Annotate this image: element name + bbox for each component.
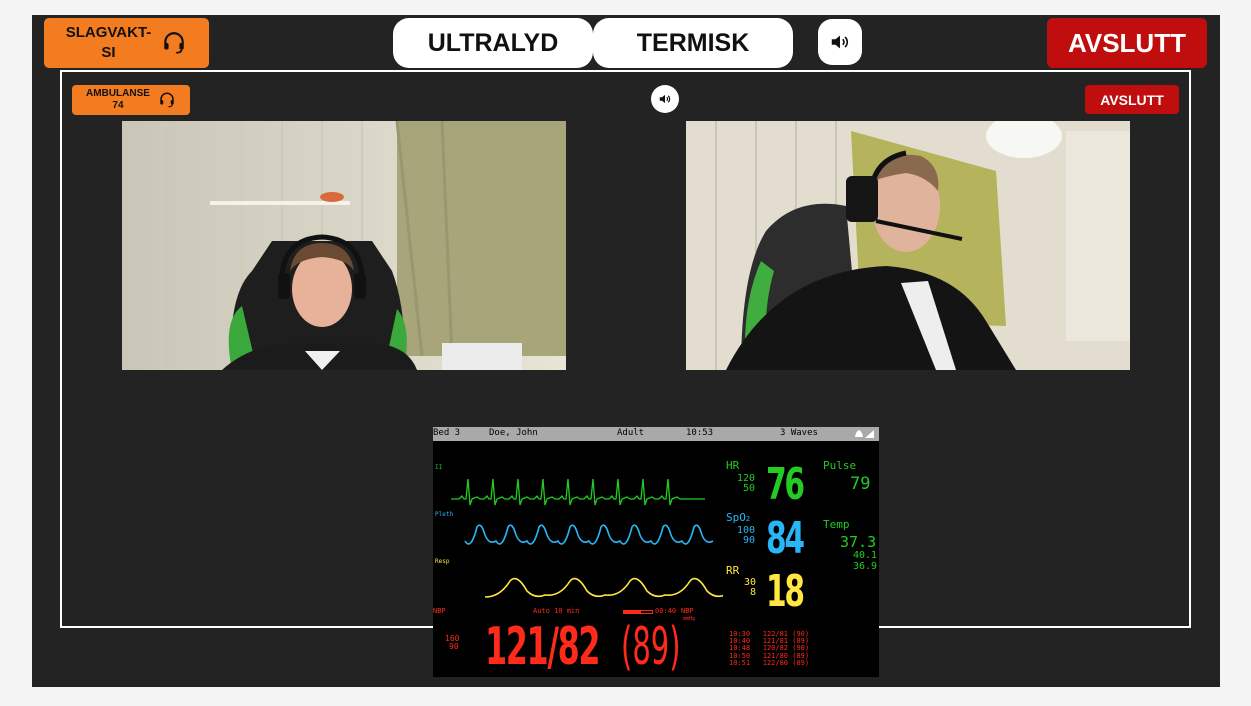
call-end-button[interactable]: AVSLUTT — [1085, 85, 1179, 114]
nbp-low-limit: 90 — [449, 642, 459, 651]
rr-value: 18 — [766, 566, 805, 617]
video-feed-remote — [686, 121, 1130, 370]
nbp-auto: Auto 10 min — [533, 607, 580, 615]
call-speaker-button[interactable] — [651, 85, 679, 113]
nbp-value: 121/82 — [485, 617, 600, 677]
nbp-last-label: NBP — [681, 607, 694, 615]
temp-value-3: 36.9 — [853, 561, 878, 572]
history-time: 10:51 — [729, 658, 751, 667]
hr-low-limit: 50 — [743, 483, 756, 494]
nbp-last-time: 00:40 — [655, 607, 677, 615]
rr-low-limit: 8 — [750, 587, 757, 598]
operator-button[interactable]: SLAGVAKT- SI — [44, 18, 209, 68]
hr-value: 76 — [766, 459, 805, 510]
speaker-icon — [829, 31, 851, 53]
patient-monitor: Bed 3 Doe, John Adult 10:53 3 Waves II P… — [433, 427, 879, 677]
end-session-label: AVSLUTT — [1068, 27, 1186, 58]
temp-value-2: 40.1 — [853, 550, 878, 561]
spo2-label-text: SpO — [726, 511, 746, 524]
temp-value: 37.3 — [840, 533, 877, 551]
nbp-mean: (89) — [621, 617, 681, 677]
monitor-mode: Adult — [617, 428, 645, 438]
waveforms — [451, 478, 723, 598]
call-frame: AMBULANSE 74 AVSLUTT Bed 3 Doe, John Adu… — [60, 70, 1191, 677]
pulse-label: Pulse — [823, 459, 857, 472]
bell-icon — [853, 428, 875, 442]
end-session-button[interactable]: AVSLUTT — [1047, 18, 1207, 68]
tab-termisk[interactable]: TERMISK — [593, 18, 793, 68]
spo2-low-limit: 90 — [743, 535, 756, 546]
nbp-label: NBP — [433, 607, 446, 615]
monitor-patient: Doe, John — [489, 428, 538, 438]
rr-label: RR — [726, 564, 740, 577]
spo2-value: 84 — [766, 513, 805, 564]
temp-label: Temp — [823, 518, 850, 531]
tab-ultralyd-label: ULTRALYD — [427, 28, 559, 57]
tab-ultralyd[interactable]: ULTRALYD — [393, 18, 593, 68]
nbp-unit: mmHg — [683, 616, 696, 622]
headset-icon — [161, 30, 187, 56]
spo2-label: SpO2 — [726, 511, 750, 524]
app-window: SLAGVAKT- SI ULTRALYD TERMISK AVSLUTT AM… — [32, 15, 1220, 687]
nbp-progress-bar — [623, 610, 653, 614]
nbp-history: 10:30 122/81 (90) 10:40 121/81 (89) 10:4… — [729, 630, 810, 667]
monitor-header: Bed 3 Doe, John Adult 10:53 3 Waves — [433, 427, 879, 441]
tab-termisk-label: TERMISK — [636, 28, 750, 57]
caller-button[interactable]: AMBULANSE 74 — [72, 85, 190, 115]
history-value: 122/80 (89) — [762, 658, 810, 667]
monitor-bed: Bed 3 — [433, 428, 461, 438]
monitor-time: 10:53 — [686, 428, 714, 438]
speaker-icon — [658, 92, 672, 106]
caller-label: AMBULANSE 74 — [86, 88, 150, 111]
spo2-label-sub: 2 — [745, 515, 751, 523]
pulse-value: 79 — [850, 474, 871, 494]
speaker-button[interactable] — [818, 19, 862, 65]
call-end-label: AVSLUTT — [1100, 91, 1164, 108]
monitor-waves: 3 Waves — [780, 428, 818, 438]
hr-label: HR — [726, 459, 740, 472]
nbp-history-row: 10:51 122/80 (89) — [729, 658, 810, 667]
video-feed-ambulance — [122, 121, 566, 370]
headset-icon — [158, 91, 176, 109]
operator-label: SLAGVAKT- SI — [65, 24, 152, 61]
